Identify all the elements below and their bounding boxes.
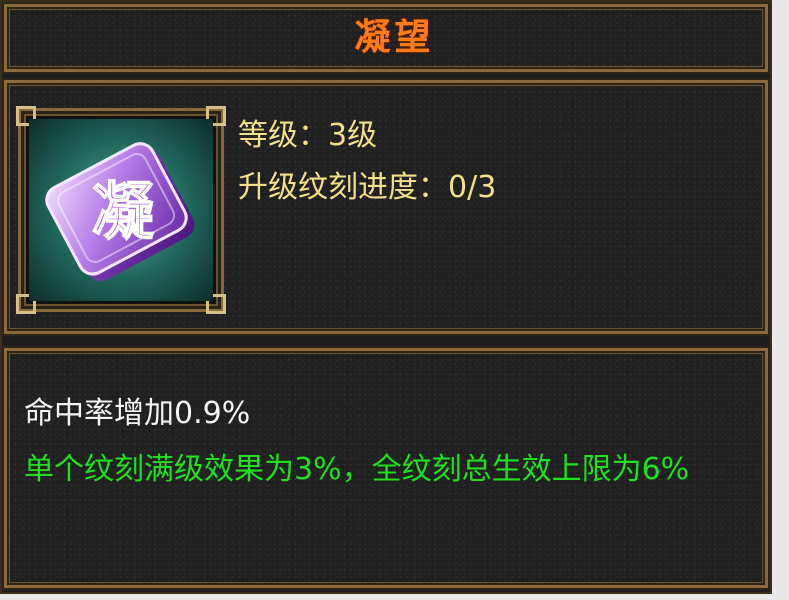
progress-value: 0/3 <box>448 170 497 205</box>
item-title: 凝望 <box>354 17 435 58</box>
level-label: 等级： <box>238 118 328 153</box>
level-value: 3级 <box>328 118 378 153</box>
svg-text:凝: 凝 <box>92 175 154 248</box>
effect-text: 命中率增加0.9% <box>24 396 251 431</box>
engrave-progress: 升级纹刻进度：0/3 <box>238 162 496 206</box>
item-level: 等级：3级 <box>238 110 377 154</box>
note-text: 单个纹刻满级效果为3%，全纹刻总生效上限为6% <box>24 452 690 487</box>
rune-ning-icon: 凝 <box>29 119 213 301</box>
progress-label: 升级纹刻进度： <box>238 170 448 205</box>
item-icon-frame: 凝 <box>16 106 226 314</box>
